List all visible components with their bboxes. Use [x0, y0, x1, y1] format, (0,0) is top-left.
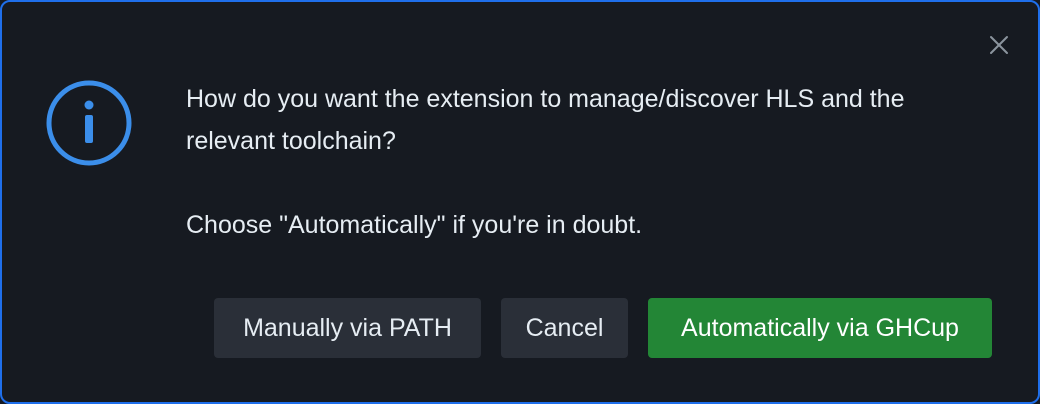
close-icon [990, 36, 1008, 54]
manually-via-path-button[interactable]: Manually via PATH [214, 298, 481, 358]
dialog-button-row: Manually via PATH Cancel Automatically v… [214, 298, 992, 358]
automatically-via-ghcup-button[interactable]: Automatically via GHCup [648, 298, 992, 358]
close-button[interactable] [982, 28, 1016, 62]
message-question: How do you want the extension to manage/… [186, 85, 905, 155]
dialog-message: How do you want the extension to manage/… [186, 78, 986, 246]
cancel-button[interactable]: Cancel [501, 298, 628, 358]
message-hint: Choose "Automatically" if you're in doub… [186, 211, 643, 239]
info-icon [46, 80, 132, 166]
notification-dialog: How do you want the extension to manage/… [0, 0, 1040, 404]
